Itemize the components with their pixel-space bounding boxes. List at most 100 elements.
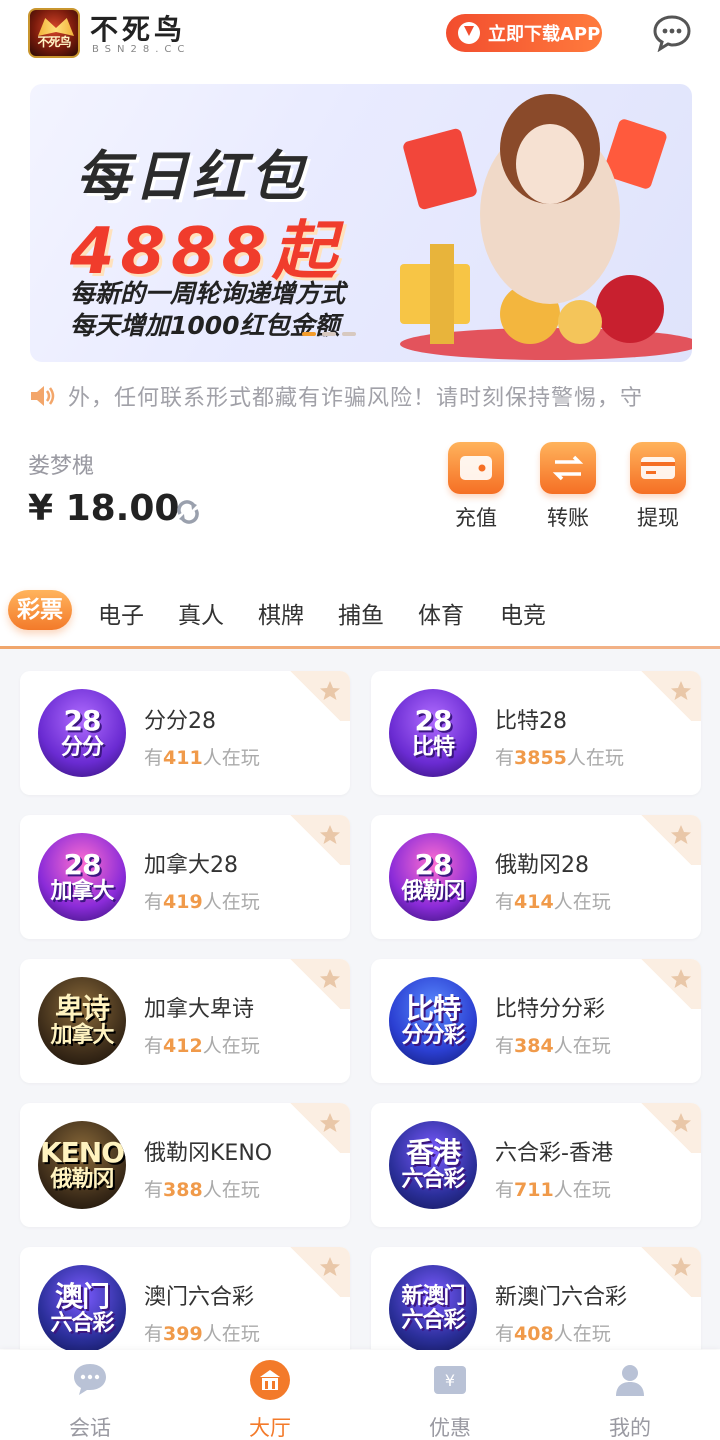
star-icon[interactable] [669,823,693,847]
nav-mine[interactable]: 我的 [580,1358,680,1440]
notice-text: 外，任何联系形式都藏有诈骗风险！请时刻保持警惕，守 [68,386,644,411]
game-icon: 比特 分分彩 [389,977,477,1065]
nav-promo[interactable]: ¥ 优惠 [400,1358,500,1440]
game-card[interactable]: 比特 分分彩 比特分分彩 有384人在玩 [371,959,701,1083]
game-name: 澳门六合彩 [144,1285,255,1310]
card-icon [630,442,686,494]
app-logo: 不死鸟 [28,8,80,58]
tab-lottery[interactable]: 彩票 [8,590,72,630]
balance-amount: ¥ 18.00 [28,488,180,529]
star-icon[interactable] [669,679,693,703]
game-icon: 澳门 六合彩 [38,1265,126,1353]
banner-illustration [400,94,692,360]
game-icon: 卑诗 加拿大 [38,977,126,1065]
banner-line-2: 每天增加1000红包金额 [70,311,340,340]
nav-chat-label: 会话 [69,1416,111,1440]
brand-domain: BSN28.CC [92,44,191,55]
speaker-icon [31,386,55,406]
game-name: 分分28 [144,709,216,734]
game-players: 有388人在玩 [144,1179,260,1201]
category-tabs: 彩票 电子 真人 棋牌 捕鱼 体育 电竞 [0,590,720,646]
svg-text:¥: ¥ [445,1371,455,1390]
game-name: 俄勒冈KENO [144,1141,273,1166]
game-name: 新澳门六合彩 [495,1285,628,1310]
game-players: 有419人在玩 [144,891,260,913]
promo-icon: ¥ [434,1366,466,1394]
game-card[interactable]: 28 比特 比特28 有3855人在玩 [371,671,701,795]
wallet-icon [448,442,504,494]
download-app-button[interactable]: 立即下载APP [446,14,602,52]
withdraw-button[interactable]: 提现 [628,442,688,532]
game-name: 比特28 [495,709,567,734]
tab-sports[interactable]: 体育 [418,596,464,630]
transfer-icon [540,442,596,494]
hall-icon [250,1360,290,1400]
user-name: 娄梦槐 [28,454,95,479]
game-players: 有411人在玩 [144,747,260,769]
withdraw-label: 提现 [637,506,679,530]
game-card[interactable]: 香港 六合彩 六合彩-香港 有711人在玩 [371,1103,701,1227]
star-icon[interactable] [318,1255,342,1279]
game-players: 有384人在玩 [495,1035,611,1057]
game-icon: 28 加拿大 [38,833,126,921]
nav-hall-label: 大厅 [249,1416,291,1440]
game-name: 加拿大卑诗 [144,997,255,1022]
game-icon: 新澳门 六合彩 [389,1265,477,1353]
nav-mine-label: 我的 [609,1416,651,1440]
banner-pager [302,332,356,336]
star-icon[interactable] [318,679,342,703]
game-icon: 28 俄勒冈 [389,833,477,921]
star-icon[interactable] [318,1111,342,1135]
bottom-nav: 会话 大厅 ¥ 优惠 我的 [0,1350,720,1440]
game-card[interactable]: 28 俄勒冈 俄勒冈28 有414人在玩 [371,815,701,939]
game-name: 比特分分彩 [495,997,606,1022]
game-players: 有412人在玩 [144,1035,260,1057]
game-list: 28 分分 分分28 有411人在玩 28 比特 比特28 有3855人在玩 28 加… [0,649,720,1371]
star-icon[interactable] [318,823,342,847]
user-icon [616,1365,644,1396]
tab-live[interactable]: 真人 [178,596,224,630]
recharge-label: 充值 [455,506,497,530]
game-icon: 28 比特 [389,689,477,777]
tab-cards[interactable]: 棋牌 [258,596,304,630]
notice-bar: 外，任何联系形式都藏有诈骗风险！请时刻保持警惕，守 [28,378,692,414]
logo-mark-text: 不死鸟 [37,35,71,49]
nav-chat[interactable]: 会话 [40,1358,140,1440]
game-players: 有414人在玩 [495,891,611,913]
game-name: 六合彩-香港 [495,1141,613,1166]
chat-icon [74,1364,106,1395]
banner-line-1: 每新的一周轮询递增方式 [70,279,346,308]
star-icon[interactable] [669,967,693,991]
game-name: 加拿大28 [144,853,238,878]
brand-name: 不死鸟 [90,13,187,46]
download-app-label: 立即下载APP [488,24,601,45]
tab-fishing[interactable]: 捕鱼 [338,596,384,630]
tab-esports[interactable]: 电竞 [500,596,546,630]
game-players: 有399人在玩 [144,1323,260,1345]
star-icon[interactable] [669,1111,693,1135]
game-card[interactable]: KENO 俄勒冈 俄勒冈KENO 有388人在玩 [20,1103,350,1227]
game-players: 有408人在玩 [495,1323,611,1345]
game-card[interactable]: 卑诗 加拿大 加拿大卑诗 有412人在玩 [20,959,350,1083]
game-icon: KENO 俄勒冈 [38,1121,126,1209]
promo-banner[interactable]: 每日红包 4888起 每新的一周轮询递增方式 每天增加1000红包金额 [30,84,692,362]
game-icon: 28 分分 [38,689,126,777]
nav-promo-label: 优惠 [429,1416,471,1440]
game-name: 俄勒冈28 [495,853,589,878]
star-icon[interactable] [669,1255,693,1279]
message-icon[interactable] [652,14,692,52]
transfer-label: 转账 [547,506,589,530]
game-players: 有3855人在玩 [495,747,624,769]
refresh-icon[interactable] [174,498,202,526]
download-icon [458,22,480,44]
game-icon: 香港 六合彩 [389,1121,477,1209]
game-card[interactable]: 28 加拿大 加拿大28 有419人在玩 [20,815,350,939]
nav-hall[interactable]: 大厅 [220,1358,320,1440]
app-header: 不死鸟 不死鸟 BSN28.CC 立即下载APP [0,0,720,70]
transfer-button[interactable]: 转账 [538,442,598,532]
game-card[interactable]: 28 分分 分分28 有411人在玩 [20,671,350,795]
star-icon[interactable] [318,967,342,991]
recharge-button[interactable]: 充值 [446,442,506,532]
tab-slots[interactable]: 电子 [98,596,144,630]
game-players: 有711人在玩 [495,1179,611,1201]
